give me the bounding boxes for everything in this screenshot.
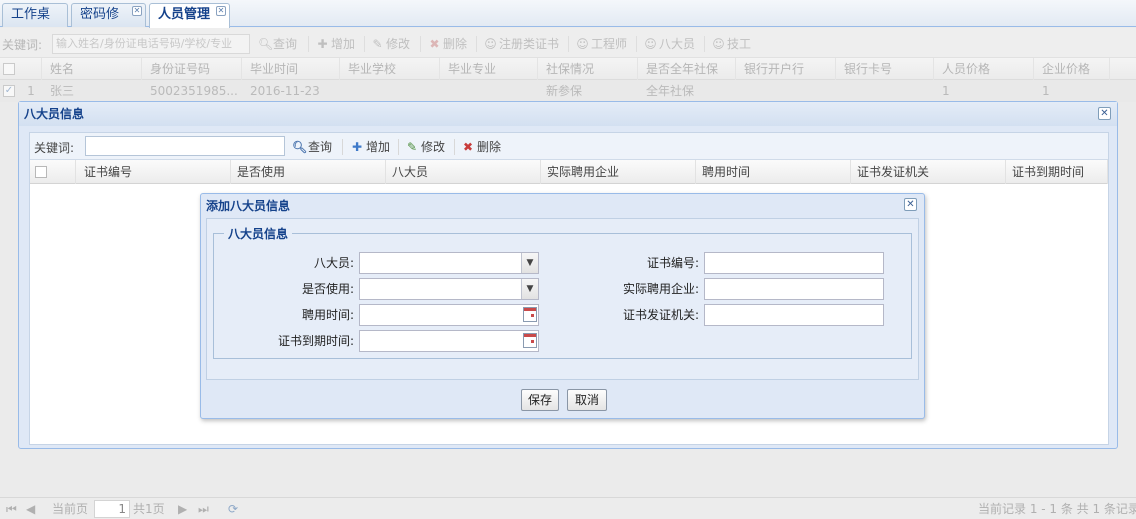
badayuan-toolbar: 关键词: 🔍︎查询 ✚ 增加 ✎ 修改 ✖ 删除 (30, 133, 1108, 160)
column-header[interactable]: 证书到期时间 (1006, 160, 1108, 184)
dialog-body: 八大员信息 八大员: ▼ 是否使用: ▼ 聘用时间: 证书到期时间: 证书编号:… (206, 218, 919, 380)
close-icon[interactable]: ✕ (216, 6, 226, 16)
column-header[interactable]: 证书发证机关 (851, 160, 1006, 184)
add-button[interactable]: ✚ 增加 (350, 138, 390, 156)
button-label: 增加 (366, 140, 391, 154)
issuing-authority-label: 证书发证机关: (622, 308, 699, 322)
last-page-icon[interactable]: ⏭ (198, 501, 209, 517)
cert-no-input[interactable] (704, 252, 884, 274)
tab-workspace[interactable]: 工作桌面 (2, 3, 68, 44)
total-pages-label: 共1页 (133, 502, 165, 516)
badayuan-fieldset: 八大员信息 八大员: ▼ 是否使用: ▼ 聘用时间: 证书到期时间: 证书编号:… (213, 225, 912, 359)
cert-expire-datefield[interactable] (359, 330, 539, 352)
button-label: 查询 (308, 140, 333, 154)
pagination-bar: ⏮ ◀ 当前页 1 共1页 ▶ ⏭ ⟳ 当前记录 1 - 1 条 共 1 条记录 (0, 497, 1136, 519)
separator (342, 139, 343, 155)
tab-bar: 工作桌面 密码修改 ✕ 人员管理 ✕ (0, 0, 1136, 44)
cert-no-label: 证书编号: (646, 256, 699, 270)
is-used-label: 是否使用: (301, 282, 354, 296)
select-all-checkbox[interactable] (35, 166, 47, 178)
hire-time-label: 聘用时间: (301, 308, 354, 322)
badayuan-combo[interactable]: ▼ (359, 252, 539, 274)
magnifier-icon: 🔍︎ (292, 140, 308, 154)
close-icon[interactable]: ✕ (904, 198, 917, 211)
chevron-down-icon[interactable]: ▼ (521, 253, 538, 273)
tab-personnel-management[interactable]: 人员管理 ✕ (149, 3, 230, 28)
cancel-button[interactable]: 取消 (567, 389, 607, 411)
chevron-down-icon[interactable]: ▼ (521, 279, 538, 299)
page-number-input[interactable]: 1 (94, 500, 130, 518)
next-page-icon[interactable]: ▶ (178, 501, 187, 517)
keyword-input[interactable] (85, 136, 285, 156)
badayuan-label: 八大员: (313, 256, 354, 270)
keyword-label: 关键词: (34, 141, 75, 155)
prev-page-icon[interactable]: ◀ (26, 501, 35, 517)
button-label: 修改 (421, 140, 446, 154)
column-header[interactable]: 实际聘用企业 (541, 160, 696, 184)
plus-icon: ✚ (351, 140, 363, 154)
cert-expire-label: 证书到期时间: (277, 334, 354, 348)
close-icon[interactable]: ✕ (1098, 107, 1111, 120)
calendar-icon[interactable] (523, 307, 537, 322)
edit-icon: ✎ (406, 140, 418, 154)
column-header[interactable]: 八大员 (386, 160, 541, 184)
fieldset-legend: 八大员信息 (224, 225, 293, 242)
dialog-title: 添加八大员信息 (206, 199, 291, 213)
issuing-authority-input[interactable] (704, 304, 884, 326)
delete-button[interactable]: ✖ 删除 (461, 138, 501, 156)
column-header[interactable]: 是否使用 (231, 160, 386, 184)
calendar-icon[interactable] (523, 333, 537, 348)
edit-button[interactable]: ✎ 修改 (405, 138, 445, 156)
query-button[interactable]: 🔍︎查询 (292, 138, 332, 156)
separator (454, 139, 455, 155)
separator (398, 139, 399, 155)
tab-label: 人员管理 (158, 7, 211, 22)
badayuan-grid-header: 证书编号 是否使用 八大员 实际聘用企业 聘用时间 证书发证机关 证书到期时间 (30, 160, 1108, 184)
column-header[interactable]: 聘用时间 (696, 160, 851, 184)
window-title: 八大员信息 (19, 102, 1117, 126)
actual-company-label: 实际聘用企业: (622, 282, 699, 296)
current-page-label: 当前页 (52, 502, 89, 516)
row-number-header (52, 160, 76, 184)
close-icon[interactable]: ✕ (132, 6, 142, 16)
actual-company-input[interactable] (704, 278, 884, 300)
hire-time-datefield[interactable] (359, 304, 539, 326)
tab-password-change[interactable]: 密码修改 ✕ (71, 3, 146, 44)
first-page-icon[interactable]: ⏮ (6, 501, 17, 517)
save-button[interactable]: 保存 (521, 389, 559, 411)
button-label: 删除 (477, 140, 502, 154)
column-header[interactable]: 证书编号 (76, 160, 231, 184)
is-used-combo[interactable]: ▼ (359, 278, 539, 300)
delete-icon: ✖ (462, 140, 474, 154)
refresh-icon[interactable]: ⟳ (228, 501, 238, 517)
add-badayuan-dialog: 添加八大员信息 ✕ 八大员信息 八大员: ▼ 是否使用: ▼ 聘用时间: 证书到… (200, 193, 925, 419)
record-info: 当前记录 1 - 1 条 共 1 条记录 (978, 502, 1136, 516)
